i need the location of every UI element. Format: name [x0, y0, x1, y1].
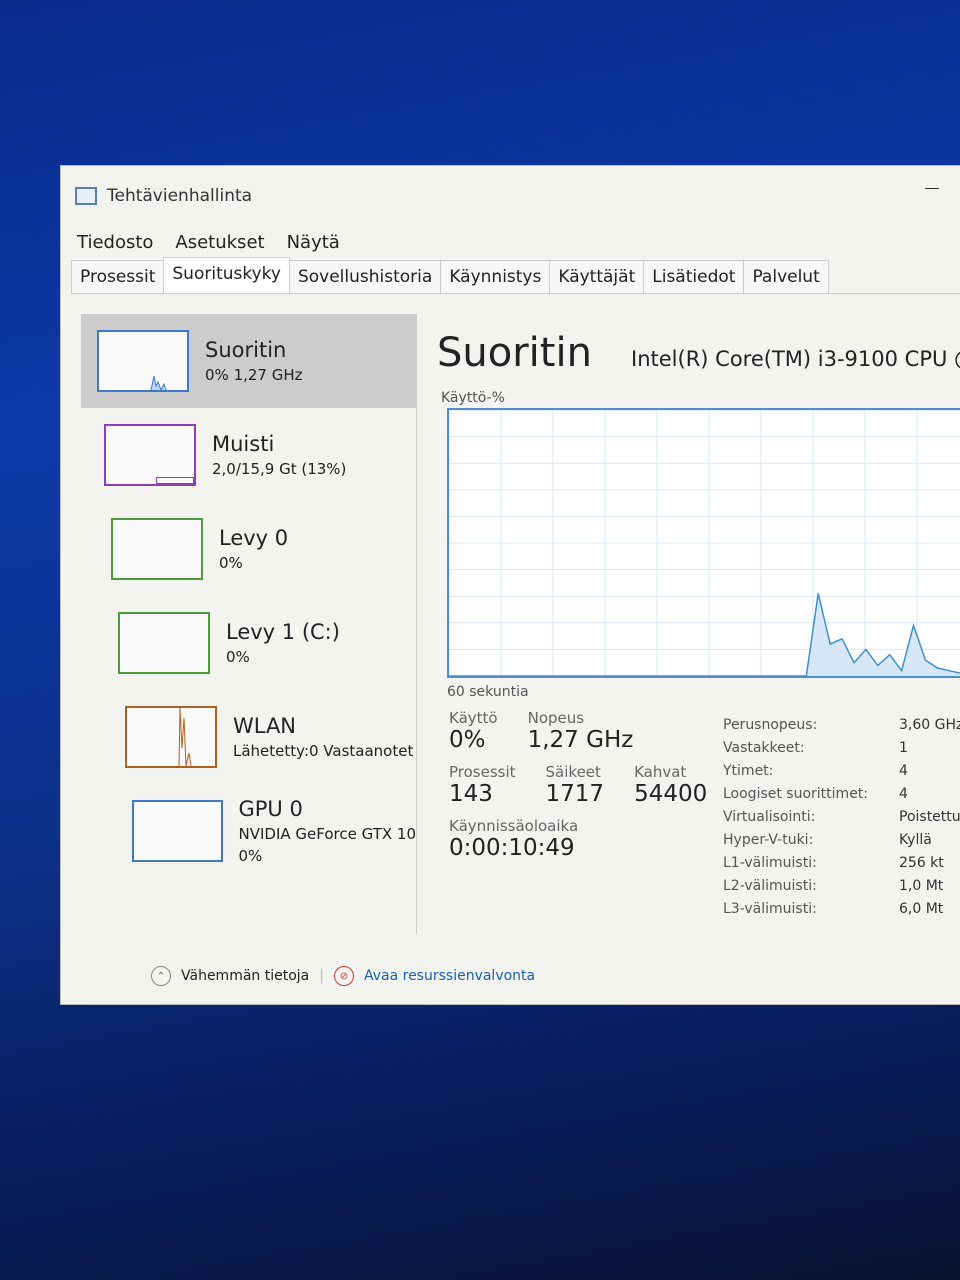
sidebar-item-text: Muisti 2,0/15,9 Gt (13%)	[212, 432, 346, 478]
tab-0[interactable]: Prosessit	[71, 260, 165, 293]
resource-monitor-icon[interactable]: ⊘	[333, 966, 354, 986]
tab-6[interactable]: Palvelut	[743, 260, 829, 293]
detail-value: 256 kt	[899, 855, 944, 871]
detail-row: Perusnopeus: 3,60 GHz	[723, 714, 960, 737]
minimize-button[interactable]	[925, 188, 939, 189]
mini-graph	[118, 612, 210, 674]
detail-row: Virtualisointi: Poistettu k	[723, 806, 960, 829]
detail-label: Loogiset suorittimet:	[723, 786, 869, 802]
handles-value: 54400	[634, 781, 708, 807]
chevron-up-icon[interactable]: ⌃	[151, 966, 171, 986]
detail-row: Loogiset suorittimet: 4	[723, 783, 960, 806]
detail-label: Hyper-V-tuki:	[723, 832, 814, 848]
detail-value: 4	[899, 763, 908, 779]
sidebar-item-title: WLAN	[233, 714, 297, 738]
sidebar-item-title: Levy 0	[219, 526, 289, 550]
cpu-usage-graph	[447, 408, 960, 678]
detail-value: Poistettu k	[899, 809, 960, 825]
detail-value: 3,60 GHz	[899, 717, 960, 733]
processes-value: 143	[449, 781, 493, 807]
task-manager-icon	[75, 187, 97, 205]
sidebar-item-text: Levy 1 (C:) 0%	[226, 620, 340, 666]
sidebar-item-text: Levy 0 0%	[219, 526, 288, 572]
mini-graph	[104, 424, 196, 486]
resource-sidebar: Suoritin 0% 1,27 GHz Muisti 2,0/15,9 Gt (13…	[81, 314, 417, 934]
detail-value: 1	[899, 740, 908, 756]
tab-3[interactable]: Käynnistys	[440, 260, 551, 293]
detail-label: L3-välimuisti:	[723, 901, 817, 917]
sidebar-item-sub: 2,0/15,9 Gt (13%)	[212, 460, 347, 478]
detail-value: 6,0 Mt	[899, 901, 944, 917]
open-resource-monitor-link[interactable]: Avaa resurssienvalvonta	[364, 968, 535, 984]
detail-row: Ytimet: 4	[723, 760, 960, 783]
processes-label: Prosessit	[449, 763, 516, 781]
mini-graph	[125, 706, 217, 768]
detail-value: 1,0 Mt	[899, 878, 944, 894]
sidebar-item-sub: 0%	[226, 648, 250, 666]
detail-label: Vastakkeet:	[723, 740, 805, 756]
sidebar-item-3[interactable]: Levy 1 (C:) 0%	[81, 596, 416, 690]
sidebar-item-title: Suoritin	[205, 338, 287, 362]
mini-graph	[132, 800, 223, 862]
detail-label: L2-välimuisti:	[723, 878, 817, 894]
detail-label: Perusnopeus:	[723, 717, 818, 733]
threads-label: Säikeet	[545, 763, 601, 781]
speed-value: 1,27 GHz	[527, 727, 634, 753]
sidebar-item-title: GPU 0	[238, 797, 303, 821]
sidebar-item-text: Suoritin 0% 1,27 GHz	[205, 338, 303, 384]
title-bar: Tehtävienhallinta	[61, 166, 960, 226]
cpu-details: Perusnopeus: 3,60 GHz Vastakkeet: 1 Ytimet: 4…	[723, 714, 960, 921]
sidebar-item-5[interactable]: GPU 0 NVIDIA GeForce GTX 10 0%	[81, 784, 416, 878]
sidebar-item-sub: 0% 1,27 GHz	[205, 366, 303, 384]
footer: ⌃ Vähemmän tietoja | ⊘ Avaa resurssienva…	[151, 966, 535, 986]
tab-1[interactable]: Suorituskyky	[163, 257, 290, 293]
threads-value: 1717	[545, 781, 605, 807]
time-label: 60 sekuntia	[447, 684, 529, 700]
detail-value: 4	[899, 786, 908, 802]
speed-label: Nopeus	[527, 709, 585, 727]
sidebar-item-2[interactable]: Levy 0 0%	[81, 502, 416, 596]
sidebar-item-1[interactable]: Muisti 2,0/15,9 Gt (13%)	[81, 408, 416, 502]
menu-bar: Tiedosto Asetukset Näytä	[61, 226, 960, 258]
detail-row: L2-välimuisti: 1,0 Mt	[723, 875, 960, 898]
mini-graph	[111, 518, 203, 580]
cpu-panel: Suoritin Intel(R) Core(TM) i3-9100 CPU @…	[437, 314, 960, 917]
sidebar-item-4[interactable]: WLAN Lähetetty:0 Vastaanotet	[81, 690, 416, 784]
window-title: Tehtävienhallinta	[107, 186, 253, 206]
detail-label: Ytimet:	[723, 763, 774, 779]
detail-row: L3-välimuisti: 6,0 Mt	[723, 898, 960, 921]
detail-value: Kyllä	[899, 832, 932, 848]
graph-label: Käyttö-%	[441, 390, 505, 406]
menu-item-2[interactable]: Näytä	[287, 232, 340, 253]
mini-graph	[97, 330, 189, 392]
sidebar-item-title: Muisti	[212, 432, 275, 456]
sidebar-item-text: WLAN Lähetetty:0 Vastaanotet	[233, 714, 413, 760]
sidebar-item-sub2: 0%	[238, 847, 263, 865]
detail-label: L1-välimuisti:	[723, 855, 817, 871]
tab-5[interactable]: Lisätiedot	[643, 260, 745, 293]
detail-label: Virtualisointi:	[723, 809, 816, 825]
detail-row: Hyper-V-tuki: Kyllä	[723, 829, 960, 852]
detail-row: Vastakkeet: 1	[723, 737, 960, 760]
tab-4[interactable]: Käyttäjät	[549, 260, 645, 293]
sidebar-item-0[interactable]: Suoritin 0% 1,27 GHz	[81, 314, 416, 408]
sidebar-item-text: GPU 0 NVIDIA GeForce GTX 10 0%	[239, 797, 417, 865]
usage-area	[449, 593, 960, 676]
menu-item-0[interactable]: Tiedosto	[77, 232, 153, 253]
task-manager-window: Tehtävienhallinta Tiedosto Asetukset Näytä…	[60, 165, 960, 1005]
tab-bar: Prosessit Suorituskyky Sovellushistoria Käy…	[71, 257, 960, 294]
handles-label: Kahvat	[634, 763, 687, 781]
usage-label: Käyttö	[449, 709, 498, 727]
panel-title: Suoritin	[437, 330, 592, 376]
cpu-model: Intel(R) Core(TM) i3-9100 CPU @	[631, 347, 960, 371]
sidebar-item-title: Levy 1 (C:)	[226, 620, 340, 644]
tab-2[interactable]: Sovellushistoria	[288, 260, 442, 293]
detail-row: L1-välimuisti: 256 kt	[723, 852, 960, 875]
sidebar-item-sub: Lähetetty:0 Vastaanotet	[233, 742, 414, 760]
sidebar-item-sub: NVIDIA GeForce GTX 10	[238, 825, 417, 843]
usage-value: 0%	[449, 727, 486, 753]
menu-item-1[interactable]: Asetukset	[175, 232, 264, 253]
fewer-details-link[interactable]: Vähemmän tietoja	[181, 968, 309, 984]
sidebar-item-sub: 0%	[219, 554, 243, 572]
